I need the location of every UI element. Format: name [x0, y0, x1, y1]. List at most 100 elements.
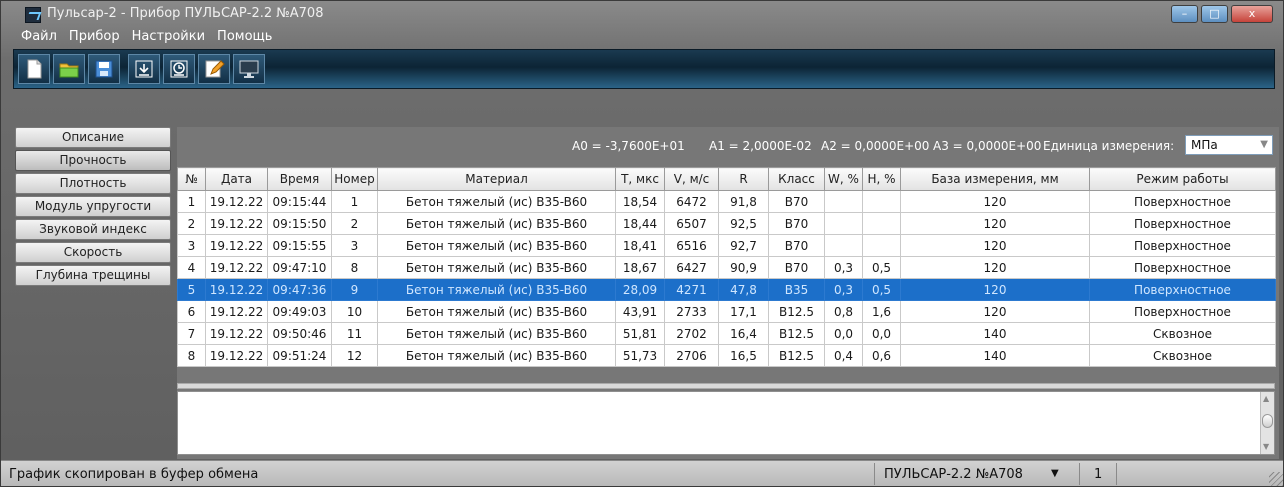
open-button[interactable] [53, 54, 85, 84]
table-cell: 19.12.22 [205, 234, 268, 257]
table-cell: B70 [768, 212, 825, 235]
table-cell: 6472 [664, 190, 719, 213]
app-logo-icon [25, 7, 41, 23]
menu-help[interactable]: Помощь [217, 29, 272, 49]
table-cell: 3 [331, 234, 378, 257]
table-cell: B12.5 [768, 322, 825, 345]
column-header[interactable]: Режим работы [1089, 167, 1276, 191]
table-row[interactable]: 2 19.12.22 09:15:50 2 Бетон тяжелый (ис) B35… [177, 212, 1276, 235]
table-body: 1 19.12.22 09:15:44 1 Бетон тяжелый (ис) B35… [177, 190, 1276, 367]
table-cell: 09:15:50 [267, 212, 332, 235]
table-cell: 19.12.22 [205, 300, 268, 323]
table-cell [824, 234, 863, 257]
table-cell: 1 [331, 190, 378, 213]
table-cell: Бетон тяжелый (ис) B35-B60 [377, 278, 616, 301]
resize-grip-icon[interactable] [1269, 472, 1283, 486]
table-cell: 2702 [664, 322, 719, 345]
scroll-thumb[interactable] [1262, 414, 1273, 428]
table-cell: B70 [768, 256, 825, 279]
table-cell: 92,5 [718, 212, 769, 235]
table-cell: 11 [331, 322, 378, 345]
column-header[interactable]: Дата [205, 167, 268, 191]
table-row[interactable]: 1 19.12.22 09:15:44 1 Бетон тяжелый (ис) B35… [177, 190, 1276, 213]
unit-select[interactable]: МПа ▼ [1185, 135, 1273, 155]
table-cell: B70 [768, 234, 825, 257]
window-title: Пульсар-2 - Прибор ПУЛЬСАР-2.2 №А708 [47, 6, 324, 21]
column-header[interactable]: V, м/с [664, 167, 719, 191]
table-cell: Бетон тяжелый (ис) B35-B60 [377, 256, 616, 279]
title-bar[interactable]: Пульсар-2 - Прибор ПУЛЬСАР-2.2 №А708 – □… [1, 1, 1283, 27]
history-button[interactable] [163, 54, 195, 84]
new-file-button[interactable] [18, 54, 50, 84]
table-cell: 1 [177, 190, 206, 213]
menu-device[interactable]: Прибор [69, 29, 120, 49]
table-row[interactable]: 4 19.12.22 09:47:10 8 Бетон тяжелый (ис) B35… [177, 256, 1276, 279]
monitor-icon [239, 60, 259, 78]
new-file-icon [27, 59, 42, 79]
close-button[interactable]: x [1231, 5, 1273, 23]
column-header[interactable]: № [177, 167, 206, 191]
table-cell: 19.12.22 [205, 322, 268, 345]
status-bar: График скопирован в буфер обмена ПУЛЬСАР… [1, 460, 1283, 486]
table-cell: 2706 [664, 344, 719, 367]
sidebar-item-density[interactable]: Плотность [15, 173, 171, 194]
column-header[interactable]: T, мкс [615, 167, 665, 191]
save-icon [95, 60, 113, 78]
table-cell: 17,1 [718, 300, 769, 323]
download-icon [135, 60, 153, 78]
sidebar-item-strength[interactable]: Прочность [15, 150, 171, 171]
minimize-button[interactable]: – [1171, 5, 1198, 23]
status-message: График скопирован в буфер обмена [9, 467, 259, 482]
table-cell: 140 [900, 322, 1090, 345]
table-cell: 19.12.22 [205, 278, 268, 301]
coefficients-bar: A0 = -3,7600E+01 A1 = 2,0000E-02 A2 = 0,… [177, 127, 1279, 169]
sidebar-item-sound-index[interactable]: Звуковой индекс [15, 219, 171, 240]
table-cell: 90,9 [718, 256, 769, 279]
table-cell: B70 [768, 190, 825, 213]
table-row[interactable]: 6 19.12.22 09:49:03 10 Бетон тяжелый (ис) B3… [177, 300, 1276, 323]
sidebar-item-description[interactable]: Описание [15, 127, 171, 148]
coef-a0: A0 = -3,7600E+01 [572, 139, 685, 153]
table-row[interactable]: 7 19.12.22 09:50:46 11 Бетон тяжелый (ис) B3… [177, 322, 1276, 345]
monitor-button[interactable] [233, 54, 265, 84]
column-header[interactable]: W, % [824, 167, 863, 191]
menu-settings[interactable]: Настройки [132, 29, 205, 49]
column-header[interactable]: Материал [377, 167, 616, 191]
sidebar-item-crack-depth[interactable]: Глубина трещины [15, 265, 171, 286]
sidebar-item-speed[interactable]: Скорость [15, 242, 171, 263]
log-textarea[interactable]: ▲ ▼ [177, 391, 1275, 455]
sidebar-item-elastic-modulus[interactable]: Модуль упругости [15, 196, 171, 217]
toolbar-file-group [18, 54, 120, 84]
table-cell: 120 [900, 212, 1090, 235]
table-row[interactable]: 3 19.12.22 09:15:55 3 Бетон тяжелый (ис) B35… [177, 234, 1276, 257]
table-row[interactable]: 8 19.12.22 09:51:24 12 Бетон тяжелый (ис) B3… [177, 344, 1276, 367]
column-header[interactable]: R [718, 167, 769, 191]
column-header[interactable]: База измерения, мм [900, 167, 1090, 191]
download-button[interactable] [128, 54, 160, 84]
edit-button[interactable] [198, 54, 230, 84]
table-cell: 47,8 [718, 278, 769, 301]
column-header[interactable]: Время [267, 167, 332, 191]
table-cell: Поверхностное [1089, 234, 1276, 257]
column-header[interactable]: H, % [862, 167, 901, 191]
table-cell: Бетон тяжелый (ис) B35-B60 [377, 234, 616, 257]
menu-file[interactable]: Файл [21, 29, 57, 49]
maximize-button[interactable]: □ [1201, 5, 1228, 23]
vertical-scrollbar[interactable]: ▲ ▼ [1260, 392, 1274, 454]
column-header[interactable]: Класс [768, 167, 825, 191]
table-cell: 09:15:55 [267, 234, 332, 257]
column-header[interactable]: Номер [331, 167, 378, 191]
table-cell: Поверхностное [1089, 256, 1276, 279]
table-cell: 09:47:10 [267, 256, 332, 279]
save-button[interactable] [88, 54, 120, 84]
scroll-up-icon[interactable]: ▲ [1263, 394, 1269, 403]
table-row[interactable]: 5 19.12.22 09:47:36 9 Бетон тяжелый (ис) B35… [177, 278, 1276, 301]
horizontal-scrollbar[interactable] [177, 383, 1275, 389]
device-dropdown-icon[interactable]: ▼ [1051, 468, 1059, 479]
scroll-down-icon[interactable]: ▼ [1263, 442, 1269, 451]
table-cell: 0,4 [824, 344, 863, 367]
table-cell: Сквозное [1089, 344, 1276, 367]
table-cell: 9 [331, 278, 378, 301]
table-cell: 140 [900, 344, 1090, 367]
table-cell [824, 212, 863, 235]
